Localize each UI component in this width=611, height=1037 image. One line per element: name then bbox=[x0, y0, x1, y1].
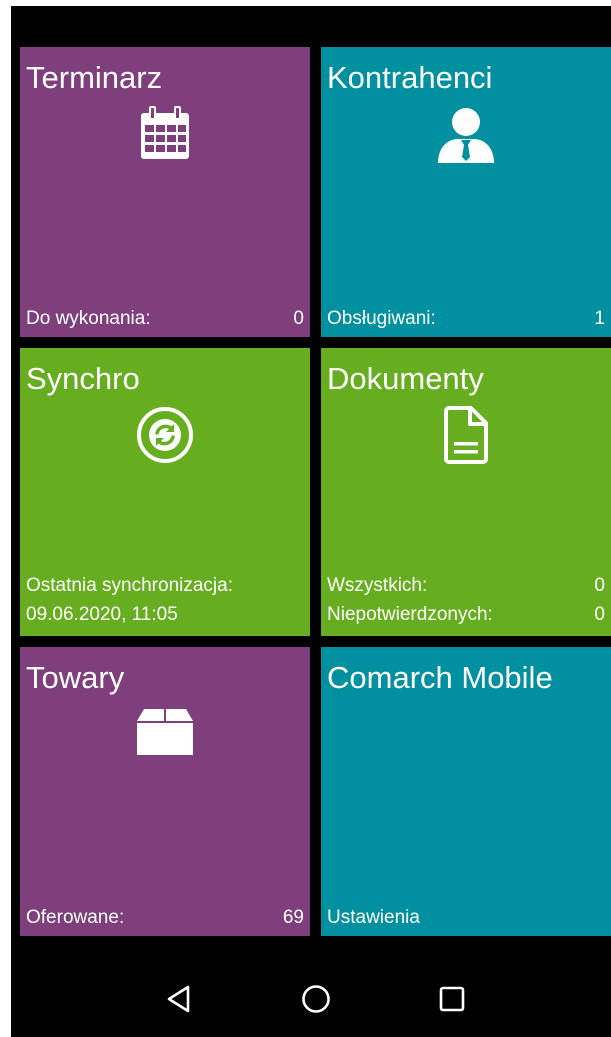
tile-kontrahenci[interactable]: Kontrahenci Obsługiwani: 1 bbox=[321, 47, 611, 337]
calendar-icon bbox=[141, 106, 189, 159]
phone-screen: Terminarz Do wykonania: 0 Kontrahenci Ob… bbox=[11, 6, 611, 1037]
stat-value: 0 bbox=[293, 308, 304, 329]
stat-value: 09.06.2020, 11:05 bbox=[26, 604, 178, 625]
recents-button[interactable] bbox=[412, 961, 492, 1037]
document-icon bbox=[444, 406, 488, 464]
stat-row: Oferowane: 69 bbox=[26, 905, 304, 931]
stat-label: Obsługiwani: bbox=[327, 308, 436, 329]
tile-towary[interactable]: Towary Oferowane: 69 bbox=[20, 647, 310, 936]
tile-title: Dokumenty bbox=[327, 361, 484, 396]
tile-title: Towary bbox=[26, 660, 125, 695]
tile-dokumenty[interactable]: Dokumenty Wszystkich: 0 Niepotwierdzonyc… bbox=[321, 348, 611, 636]
stat-row-all: Wszystkich: 0 bbox=[327, 573, 605, 599]
home-icon bbox=[302, 985, 330, 1013]
home-button[interactable] bbox=[276, 961, 356, 1037]
sync-icon bbox=[137, 407, 193, 463]
stat-row-unconfirmed: Niepotwierdzonych: 0 bbox=[327, 602, 605, 628]
back-icon bbox=[167, 985, 190, 1013]
stat-label: Wszystkich: bbox=[327, 575, 428, 596]
user-icon bbox=[438, 108, 494, 163]
settings-label: Ustawienia bbox=[327, 907, 420, 928]
box-icon bbox=[137, 709, 193, 755]
tile-title: Kontrahenci bbox=[327, 60, 493, 95]
navigation-bar bbox=[11, 961, 611, 1037]
stat-label: Niepotwierdzonych: bbox=[327, 604, 493, 625]
stat-row: Do wykonania: 0 bbox=[26, 306, 304, 332]
stat-value: 1 bbox=[594, 308, 605, 329]
tile-title: Synchro bbox=[26, 361, 140, 396]
stat-value: 69 bbox=[282, 907, 304, 928]
recents-icon bbox=[439, 986, 465, 1012]
back-button[interactable] bbox=[139, 961, 219, 1037]
stat-value-row: 09.06.2020, 11:05 bbox=[26, 602, 304, 628]
stat-value: 0 bbox=[594, 575, 605, 596]
tile-synchro[interactable]: Synchro Ostatnia synchronizacja: 09.06.2… bbox=[20, 348, 310, 636]
stat-label: Oferowane: bbox=[26, 907, 125, 928]
stat-row: Obsługiwani: 1 bbox=[327, 306, 605, 332]
stat-label: Do wykonania: bbox=[26, 308, 151, 329]
tile-comarch-mobile[interactable]: Comarch Mobile Ustawienia bbox=[321, 647, 611, 936]
tile-title: Terminarz bbox=[26, 60, 163, 95]
stat-value: 0 bbox=[594, 604, 605, 625]
tile-terminarz[interactable]: Terminarz Do wykonania: 0 bbox=[20, 47, 310, 337]
stat-label: Ostatnia synchronizacja: bbox=[26, 575, 233, 596]
stat-label-row: Ostatnia synchronizacja: bbox=[26, 573, 304, 599]
settings-row: Ustawienia bbox=[327, 905, 605, 931]
tile-title: Comarch Mobile bbox=[327, 660, 553, 695]
